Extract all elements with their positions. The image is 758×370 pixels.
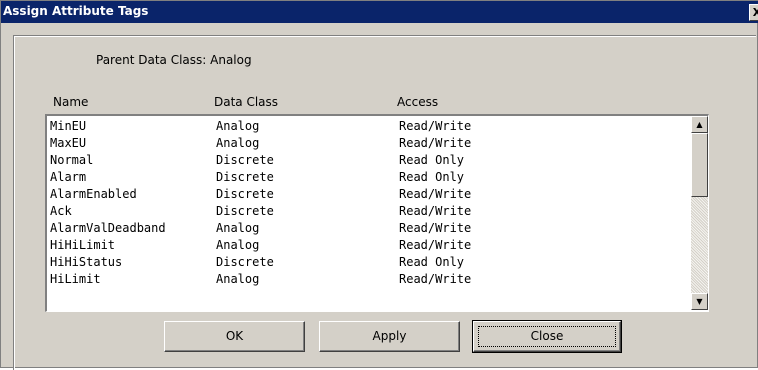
cell-data-class: Discrete — [216, 187, 274, 201]
cell-access: Read Only — [399, 170, 465, 184]
cell-access: Read/Write — [399, 204, 472, 218]
table-row[interactable]: HiHiStatus Discrete Read Only — [50, 254, 690, 271]
table-row[interactable]: Normal Discrete Read Only — [50, 152, 690, 169]
table-row[interactable]: Alarm Discrete Read Only — [50, 169, 690, 186]
cell-access: Read/Write — [399, 272, 472, 286]
cell-name: HiHiLimit — [50, 238, 116, 252]
cell-access: Read/Write — [399, 119, 472, 133]
vertical-scrollbar[interactable]: ▲ ▼ — [691, 116, 708, 310]
cell-data-class: Analog — [216, 136, 260, 150]
parent-data-class-label: Parent Data Class: Analog — [96, 53, 252, 67]
cell-name: MinEU — [50, 119, 87, 133]
apply-button[interactable]: Apply — [319, 321, 460, 352]
table-row[interactable]: MaxEU Analog Read/Write — [50, 135, 690, 152]
table-row[interactable]: AlarmValDeadband Analog Read/Write — [50, 220, 690, 237]
scroll-up-arrow-icon: ▲ — [696, 120, 703, 129]
cell-data-class: Discrete — [216, 153, 274, 167]
cell-access: Read/Write — [399, 238, 472, 252]
cell-name: MaxEU — [50, 136, 87, 150]
scroll-down-arrow-icon: ▼ — [696, 297, 703, 306]
cell-data-class: Analog — [216, 119, 260, 133]
cell-access: Read Only — [399, 153, 465, 167]
table-row[interactable]: AlarmEnabled Discrete Read/Write — [50, 186, 690, 203]
attribute-tags-list-rows: MinEU Analog Read/Write MaxEU Analog Read/Wri… — [50, 118, 690, 288]
column-header-data-class: Data Class — [214, 95, 279, 109]
scroll-up-button[interactable]: ▲ — [691, 116, 708, 133]
cell-access: Read/Write — [399, 136, 472, 150]
cell-name: HiLimit — [50, 272, 101, 286]
cell-name: AlarmEnabled — [50, 187, 137, 201]
cell-data-class: Analog — [216, 238, 260, 252]
title-bar[interactable]: Assign Attribute Tags X — [1, 1, 758, 23]
cell-data-class: Discrete — [216, 255, 274, 269]
focus-rectangle — [478, 326, 616, 347]
cell-access: Read/Write — [399, 187, 472, 201]
cell-name: HiHiStatus — [50, 255, 123, 269]
assign-attribute-tags-dialog: Assign Attribute Tags X Parent Data Clas… — [0, 0, 758, 370]
cell-name: Alarm — [50, 170, 87, 184]
window-title: Assign Attribute Tags — [3, 4, 149, 18]
table-row[interactable]: Ack Discrete Read/Write — [50, 203, 690, 220]
attribute-tags-list[interactable]: MinEU Analog Read/Write MaxEU Analog Read/Wri… — [45, 114, 709, 312]
cell-data-class: Discrete — [216, 204, 274, 218]
close-button[interactable]: Close — [472, 320, 622, 353]
column-header-name: Name — [53, 95, 89, 109]
cell-access: Read Only — [399, 255, 465, 269]
table-row[interactable]: MinEU Analog Read/Write — [50, 118, 690, 135]
close-icon: X — [752, 6, 758, 19]
scroll-down-button[interactable]: ▼ — [691, 293, 708, 310]
window-close-button[interactable]: X — [749, 4, 758, 21]
column-header-access: Access — [397, 95, 439, 109]
table-row[interactable]: HiLimit Analog Read/Write — [50, 271, 690, 288]
cell-name: AlarmValDeadband — [50, 221, 166, 235]
cell-data-class: Analog — [216, 272, 260, 286]
table-row[interactable]: HiHiLimit Analog Read/Write — [50, 237, 690, 254]
ok-button[interactable]: OK — [164, 321, 305, 352]
cell-data-class: Analog — [216, 221, 260, 235]
scrollbar-thumb[interactable] — [691, 133, 708, 197]
cell-name: Normal — [50, 153, 94, 167]
cell-access: Read/Write — [399, 221, 472, 235]
cell-data-class: Discrete — [216, 170, 274, 184]
cell-name: Ack — [50, 204, 72, 218]
